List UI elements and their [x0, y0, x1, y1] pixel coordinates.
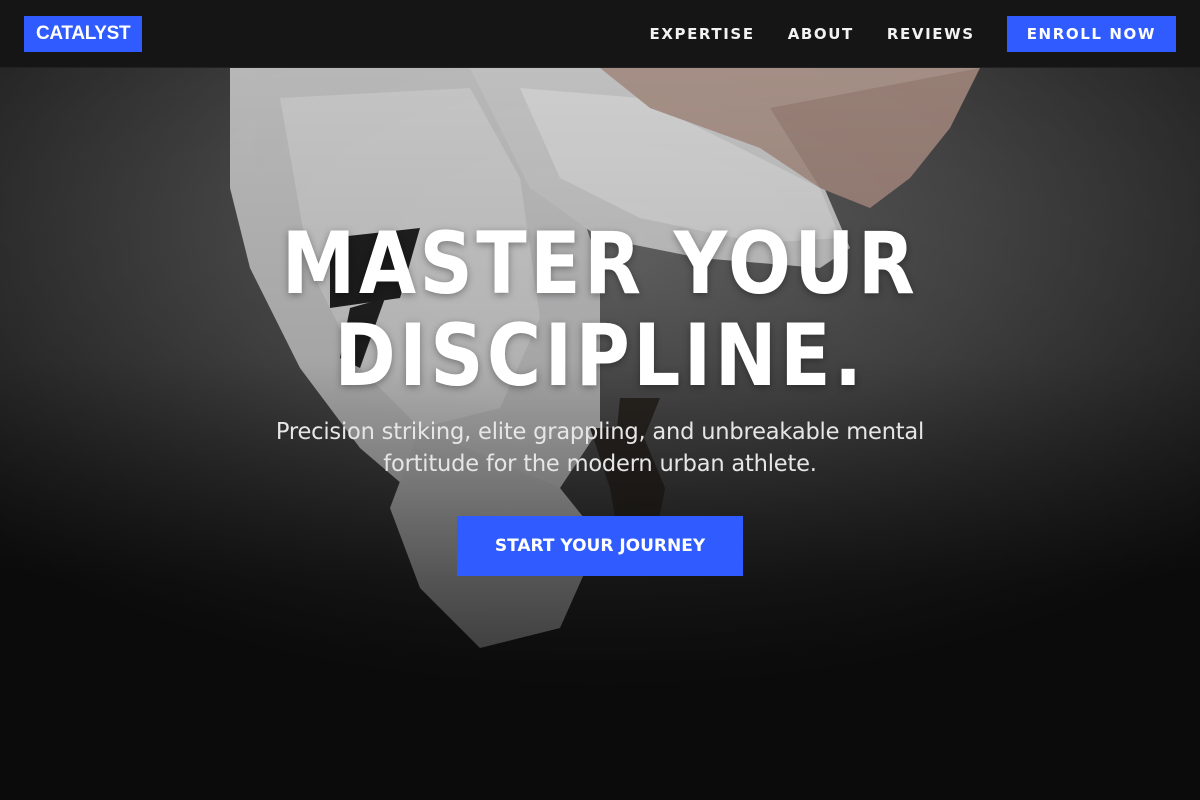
hero-subtitle: Precision striking, elite grappling, and… [275, 419, 925, 477]
nav-menu: EXPERTISE ABOUT REVIEWS ENROLL NOW [649, 15, 1176, 52]
headline-line-2: DISCIPLINE. [334, 306, 866, 406]
hero-headline: MASTER YOUR DISCIPLINE. [84, 218, 1116, 402]
nav-link-about[interactable]: ABOUT [788, 25, 854, 43]
hero-content: MASTER YOUR DISCIPLINE. Precision striki… [0, 218, 1200, 576]
enroll-now-button[interactable]: ENROLL NOW [1006, 15, 1176, 52]
nav-link-expertise[interactable]: EXPERTISE [649, 25, 754, 43]
nav-link-reviews[interactable]: REVIEWS [887, 25, 975, 43]
start-journey-button[interactable]: START YOUR JOURNEY [457, 516, 743, 576]
hero-section: MASTER YOUR DISCIPLINE. Precision striki… [0, 68, 1200, 800]
headline-line-1: MASTER YOUR [281, 214, 919, 314]
logo[interactable]: CATALYST [24, 15, 143, 52]
top-navbar: CATALYST EXPERTISE ABOUT REVIEWS ENROLL … [0, 0, 1200, 68]
